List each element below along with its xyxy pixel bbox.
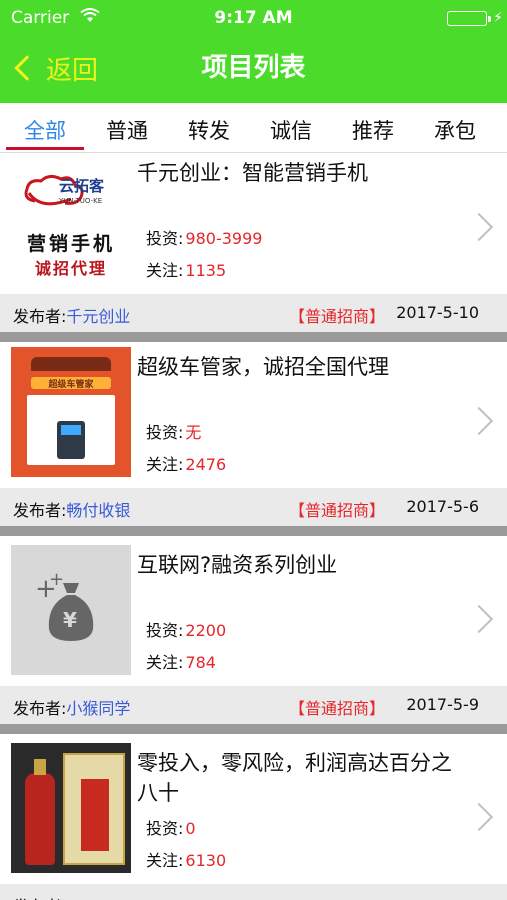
follow-row: 关注: 784 (146, 649, 216, 673)
invest-label: 投资: (146, 423, 184, 442)
invest-label: 投资: (146, 621, 184, 640)
follow-label: 关注: (146, 851, 184, 870)
publish-date: 2017-5-10 (396, 303, 479, 322)
invest-value: 无 (185, 423, 202, 442)
follow-value: 784 (185, 653, 216, 672)
box-label (81, 779, 109, 851)
pos-terminal-icon (57, 421, 85, 459)
invest-label: 投资: (146, 229, 184, 248)
publisher-label: 发布者: (13, 501, 67, 520)
clock: 9:17 AM (214, 8, 293, 28)
project-title: 超级车管家，诚招全国代理 (137, 355, 389, 379)
card-footer: 发布者:千元创业 【普通招商】 2017-5-10 (0, 294, 507, 332)
project-card[interactable]: 云拓客 YUN-TUO-KE 营销手机 诚招代理 千元创业：智能营销手机 投资:… (0, 153, 507, 350)
follow-row: 关注: 6130 (146, 847, 226, 871)
publisher: 发布者:畅付收银 (13, 497, 130, 521)
tab-credit[interactable]: 诚信 (270, 115, 312, 145)
project-thumbnail: 超级车管家 (11, 347, 131, 477)
project-card[interactable]: + + ¥ 互联网?融资系列创业 投资: 2200 关注: 784 发布者:小猴同学… (0, 545, 507, 742)
category-tag: 【普通招商】 (288, 501, 385, 520)
tab-recommend[interactable]: 推荐 (352, 115, 394, 145)
invest-value: 980-3999 (185, 229, 263, 248)
poster-image: 超级车管家 (11, 347, 131, 477)
follow-value: 6130 (185, 851, 227, 870)
poster-caption: 超级车管家 (48, 380, 94, 390)
project-thumbnail: + + ¥ (11, 545, 131, 675)
invest-row: 投资: 2200 (146, 617, 226, 641)
project-thumbnail (11, 743, 131, 873)
category-tag: 【普通招商】 (288, 307, 385, 326)
money-bag-icon: + + ¥ (35, 569, 94, 641)
chevron-right-icon (464, 802, 494, 832)
nav-header: Carrier 9:17 AM ⚡ 返回 项目列表 (0, 0, 507, 103)
follow-label: 关注: (146, 653, 184, 672)
invest-label: 投资: (146, 819, 184, 838)
publisher: 发布者:千元创业 (13, 303, 130, 327)
placeholder-image: + + ¥ (11, 545, 131, 675)
poster-roof (31, 357, 111, 371)
card-separator (0, 332, 507, 342)
tab-forward[interactable]: 转发 (188, 115, 230, 145)
project-thumbnail: 云拓客 YUN-TUO-KE 营销手机 诚招代理 (11, 153, 131, 283)
project-title: 零投入，零风险，利润高达百分之八十 (137, 751, 452, 805)
gift-box-icon (63, 753, 125, 865)
product-image (11, 743, 131, 873)
active-tab-indicator (6, 147, 84, 150)
publisher: 发布者: (13, 893, 66, 900)
publisher-label: 发布者: (13, 307, 67, 326)
project-title: 千元创业：智能营销手机 (137, 161, 368, 185)
invest-value: 2200 (185, 621, 227, 640)
invest-row: 投资: 0 (146, 815, 196, 839)
publisher-label: 发布者: (13, 699, 67, 718)
publisher-name[interactable]: 千元创业 (66, 307, 130, 326)
invest-row: 投资: 无 (146, 419, 201, 443)
card-footer: 发布者:小猴同学 【普通招商】 2017-5-9 (0, 686, 507, 724)
tab-normal[interactable]: 普通 (106, 115, 148, 145)
category-tag: 【普通招商】 (288, 699, 385, 718)
logo-brand-en: YUN-TUO-KE (59, 197, 103, 205)
publisher-name[interactable]: 小猴同学 (66, 699, 130, 718)
invest-value: 0 (185, 819, 196, 838)
project-card[interactable]: 超级车管家 超级车管家，诚招全国代理 投资: 无 关注: 2476 发布者:畅付收银… (0, 347, 507, 544)
project-title: 互联网?融资系列创业 (137, 553, 338, 577)
follow-row: 关注: 2476 (146, 451, 226, 475)
logo-main-text: 营销手机 (26, 233, 115, 255)
battery-icon (447, 11, 491, 26)
tab-all[interactable]: 全部 (24, 115, 66, 145)
follow-label: 关注: (146, 261, 184, 280)
page-title: 项目列表 (201, 53, 306, 83)
publisher-name[interactable]: 畅付收银 (66, 501, 130, 520)
invest-row: 投资: 980-3999 (146, 225, 262, 249)
card-footer: 发布者:畅付收银 【普通招商】 2017-5-6 (0, 488, 507, 526)
card-footer: 发布者: (0, 884, 507, 900)
status-bar: Carrier 9:17 AM ⚡ (0, 6, 507, 32)
charging-icon: ⚡ (493, 10, 503, 26)
chevron-right-icon (464, 406, 494, 436)
follow-row: 关注: 1135 (146, 257, 226, 281)
tab-contract[interactable]: 承包 (434, 115, 476, 145)
card-separator (0, 724, 507, 734)
follow-value: 1135 (185, 261, 227, 280)
svg-text:+: + (49, 569, 64, 590)
card-separator (0, 526, 507, 536)
svg-text:¥: ¥ (63, 608, 77, 632)
publisher: 发布者:小猴同学 (13, 695, 130, 719)
logo-brand: 云拓客 (59, 177, 105, 195)
chevron-right-icon (464, 604, 494, 634)
logo-sub-text: 诚招代理 (34, 259, 107, 278)
follow-label: 关注: (146, 455, 184, 474)
project-card[interactable]: 零投入，零风险，利润高达百分之八十 投资:0 关注:6130 发布者: (0, 743, 507, 900)
follow-value: 2476 (185, 455, 227, 474)
chevron-right-icon (464, 212, 494, 242)
publish-date: 2017-5-6 (406, 497, 479, 516)
category-tabs: 全部 普通 转发 诚信 推荐 承包 (0, 103, 507, 153)
bottle-icon (25, 759, 55, 865)
publish-date: 2017-5-9 (406, 695, 479, 714)
